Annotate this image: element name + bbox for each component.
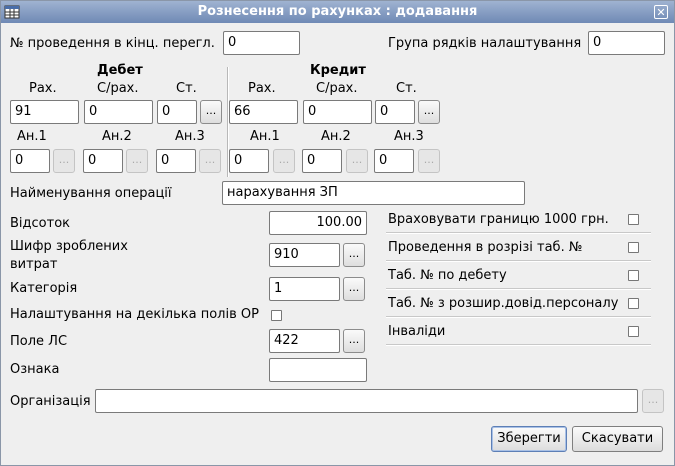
debit-article-input[interactable]: 0	[157, 100, 197, 124]
credit-an3-lookup-button[interactable]: ...	[418, 149, 440, 173]
debit-subaccount-input[interactable]: 0	[84, 100, 153, 124]
credit-an1-label: Ан.1	[250, 129, 280, 144]
credit-st-label: Ст.	[396, 81, 417, 96]
cost-code-input[interactable]: 910	[269, 243, 340, 267]
credit-header: Кредит	[310, 63, 366, 78]
organization-input[interactable]	[95, 389, 638, 413]
debit-an3-lookup-button[interactable]: ...	[199, 149, 221, 173]
title-bar: Рознесення по рахунках : додавання ✕	[1, 1, 674, 23]
percent-input[interactable]: 100.00	[269, 211, 367, 235]
debit-acc-label: Рах.	[29, 81, 57, 96]
debit-sub-label: С/рах.	[97, 81, 139, 96]
debit-an2-input[interactable]: 0	[83, 149, 123, 173]
dialog-window: Рознесення по рахунках : додавання ✕ № п…	[0, 0, 675, 466]
debit-header: Дебет	[97, 63, 143, 78]
posting-number-label: № проведення в кінц. перегл.	[10, 36, 215, 51]
credit-an3-label: Ан.3	[394, 129, 424, 144]
debit-article-lookup-button[interactable]: ...	[200, 100, 222, 124]
credit-account-input[interactable]: 66	[229, 100, 298, 124]
credit-article-lookup-button[interactable]: ...	[418, 100, 440, 124]
option-limit-1000-checkbox[interactable]	[628, 214, 639, 225]
credit-an1-input[interactable]: 0	[229, 149, 269, 173]
percent-label: Відсоток	[10, 216, 70, 231]
option-divider	[386, 288, 651, 290]
organization-label: Організація	[10, 394, 91, 409]
debit-an3-label: Ан.3	[175, 129, 205, 144]
operation-name-input[interactable]: нарахування ЗП	[222, 181, 525, 205]
sign-input[interactable]	[269, 358, 367, 382]
option-divider	[386, 344, 651, 346]
organization-lookup-button[interactable]: ...	[642, 389, 664, 413]
debit-an1-input[interactable]: 0	[10, 149, 50, 173]
debit-account-input[interactable]: 91	[10, 100, 79, 124]
credit-acc-label: Рах.	[248, 81, 276, 96]
ls-field-lookup-button[interactable]: ...	[343, 329, 365, 353]
option-tab-personnel-checkbox[interactable]	[628, 298, 639, 309]
debit-st-label: Ст.	[176, 81, 197, 96]
credit-subaccount-input[interactable]: 0	[303, 100, 372, 124]
settings-group-label: Група рядків налаштування	[388, 36, 582, 51]
credit-an2-input[interactable]: 0	[302, 149, 342, 173]
debit-an1-lookup-button[interactable]: ...	[53, 149, 75, 173]
credit-an2-label: Ан.2	[321, 129, 351, 144]
option-tab-debit-checkbox[interactable]	[628, 270, 639, 281]
option-tab-personnel-label: Таб. № з розшир.довід.персоналу	[388, 296, 619, 311]
cancel-button[interactable]: Скасувати	[572, 426, 663, 452]
option-divider	[386, 232, 651, 234]
debit-an2-lookup-button[interactable]: ...	[126, 149, 148, 173]
operation-name-label: Найменування операції	[10, 186, 172, 201]
option-by-tab-checkbox[interactable]	[628, 242, 639, 253]
cost-code-label-line2: витрат	[10, 257, 58, 272]
credit-sub-label: С/рах.	[316, 81, 358, 96]
category-label: Категорія	[10, 281, 78, 296]
credit-an2-lookup-button[interactable]: ...	[346, 149, 368, 173]
table-icon	[4, 5, 20, 19]
cost-code-lookup-button[interactable]: ...	[343, 243, 365, 267]
option-by-tab-label: Проведення в розрізі таб. №	[388, 240, 583, 255]
debit-an2-label: Ан.2	[102, 129, 132, 144]
multi-field-label: Налаштування на декілька полів ОР	[10, 307, 259, 322]
option-tab-debit-label: Таб. № по дебету	[388, 268, 507, 283]
window-title: Рознесення по рахунках : додавання	[197, 4, 478, 19]
posting-number-input[interactable]: 0	[223, 31, 300, 55]
sign-label: Ознака	[10, 362, 60, 377]
credit-article-input[interactable]: 0	[375, 100, 415, 124]
ls-field-input[interactable]: 422	[269, 329, 340, 353]
category-input[interactable]: 1	[269, 277, 340, 301]
credit-an3-input[interactable]: 0	[374, 149, 414, 173]
cost-code-label-line1: Шифр зроблених	[10, 239, 128, 254]
multi-field-checkbox[interactable]	[271, 310, 282, 321]
credit-an1-lookup-button[interactable]: ...	[273, 149, 295, 173]
category-lookup-button[interactable]: ...	[343, 277, 365, 301]
option-disabled-checkbox[interactable]	[628, 326, 639, 337]
debit-an3-input[interactable]: 0	[156, 149, 196, 173]
settings-group-input[interactable]: 0	[588, 31, 665, 55]
debit-an1-label: Ан.1	[17, 129, 47, 144]
option-limit-1000-label: Враховувати границю 1000 грн.	[388, 212, 609, 227]
ls-field-label: Поле ЛС	[10, 334, 68, 349]
option-disabled-label: Інваліди	[388, 324, 446, 339]
save-button[interactable]: Зберегти	[491, 426, 567, 452]
close-icon[interactable]: ✕	[654, 5, 668, 19]
option-divider	[386, 260, 651, 262]
option-divider	[386, 316, 651, 318]
